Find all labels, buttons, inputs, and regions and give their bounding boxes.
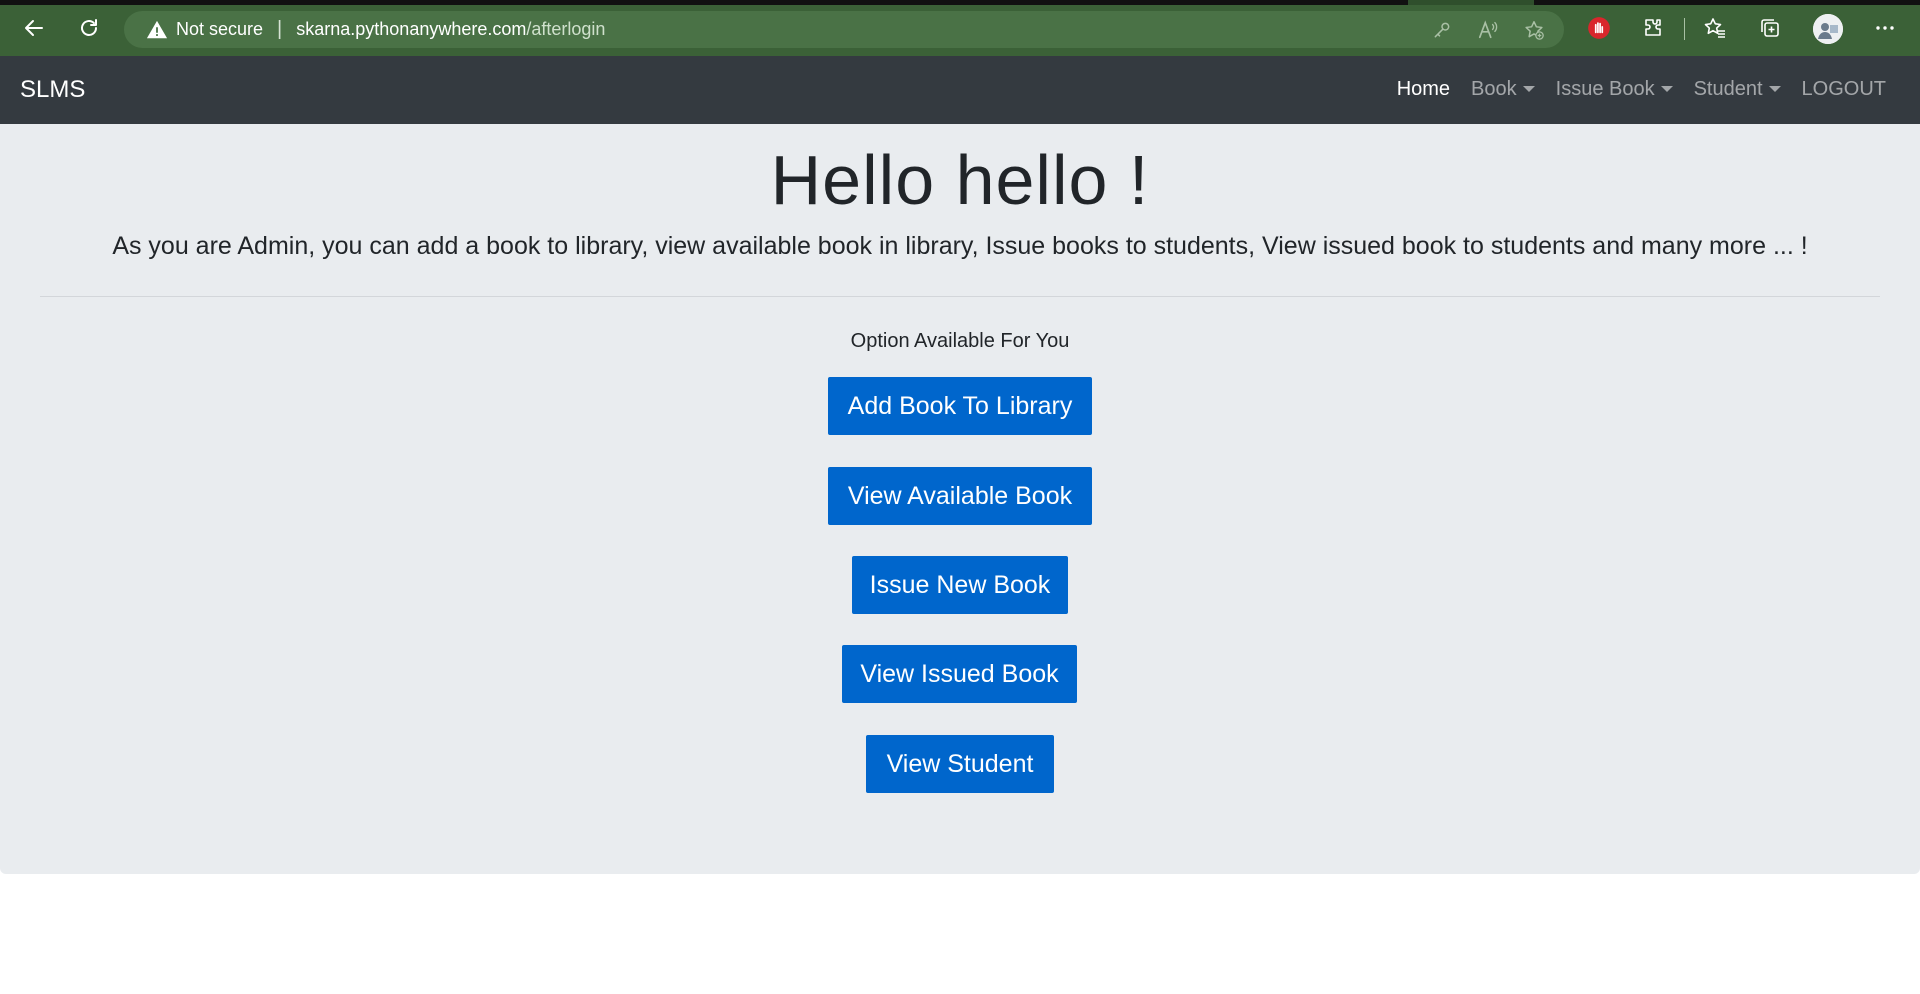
address-bar[interactable]: Not secure | skarna.pythonanywhere.com/a…: [124, 11, 1564, 48]
nav-item-label: Book: [1471, 78, 1517, 100]
key-icon[interactable]: [1430, 18, 1454, 42]
add-book-button[interactable]: Add Book To Library: [828, 377, 1092, 435]
brand-logo[interactable]: SLMS: [20, 76, 85, 104]
options-label: Option Available For You: [850, 330, 1070, 352]
jumbotron: Hello hello ! As you are Admin, you can …: [0, 124, 1920, 874]
nav-item-label: Student: [1693, 78, 1763, 100]
back-arrow-icon[interactable]: [18, 12, 50, 44]
nav-item-book[interactable]: Book: [1471, 78, 1535, 101]
favorite-add-icon[interactable]: [1522, 18, 1546, 42]
caret-down-icon: [1768, 85, 1781, 92]
nav-item-logout[interactable]: LOGOUT: [1802, 78, 1886, 101]
caret-down-icon: [1522, 85, 1535, 92]
url-host: skarna.pythonanywhere.com: [296, 19, 527, 39]
url-path: /afterlogin: [526, 19, 606, 39]
view-student-button[interactable]: View Student: [866, 735, 1054, 793]
view-issued-book-button[interactable]: View Issued Book: [842, 645, 1077, 703]
nav-item-label: Home: [1396, 78, 1451, 100]
profile-avatar[interactable]: [1813, 14, 1843, 44]
site-navbar: SLMS Home Book Issue Book Student LOGOUT: [0, 56, 1920, 124]
refresh-icon[interactable]: [73, 12, 105, 44]
nav-links: Home Book Issue Book Student LOGOUT: [1376, 78, 1886, 101]
nav-item-student[interactable]: Student: [1694, 78, 1781, 101]
nav-item-home[interactable]: Home: [1397, 78, 1450, 101]
toolbar-divider: [1684, 18, 1685, 40]
page-blank-area: [0, 874, 1920, 994]
issue-new-book-button[interactable]: Issue New Book: [852, 556, 1068, 614]
more-icon[interactable]: [1868, 11, 1902, 45]
view-available-book-button[interactable]: View Available Book: [828, 467, 1092, 525]
url-text[interactable]: skarna.pythonanywhere.com/afterlogin: [296, 19, 605, 40]
warning-icon: [146, 19, 168, 41]
address-separator: |: [277, 18, 283, 40]
extensions-icon[interactable]: [1636, 11, 1670, 45]
nav-item-label: LOGOUT: [1801, 78, 1886, 100]
nav-item-issue-book[interactable]: Issue Book: [1556, 78, 1673, 101]
page-title: Hello hello !: [770, 141, 1150, 219]
collections-icon[interactable]: [1753, 11, 1787, 45]
favorites-icon[interactable]: [1698, 11, 1732, 45]
caret-down-icon: [1660, 85, 1673, 92]
not-secure-label[interactable]: Not secure: [176, 19, 263, 40]
divider: [40, 296, 1880, 297]
nav-item-label: Issue Book: [1555, 78, 1655, 100]
hand-stop-icon[interactable]: [1582, 11, 1616, 45]
read-aloud-icon[interactable]: [1476, 18, 1500, 42]
browser-tab-strip: [0, 0, 1920, 5]
browser-toolbar: Not secure | skarna.pythonanywhere.com/a…: [0, 0, 1920, 56]
lead-text: As you are Admin, you can add a book to …: [112, 232, 1808, 260]
